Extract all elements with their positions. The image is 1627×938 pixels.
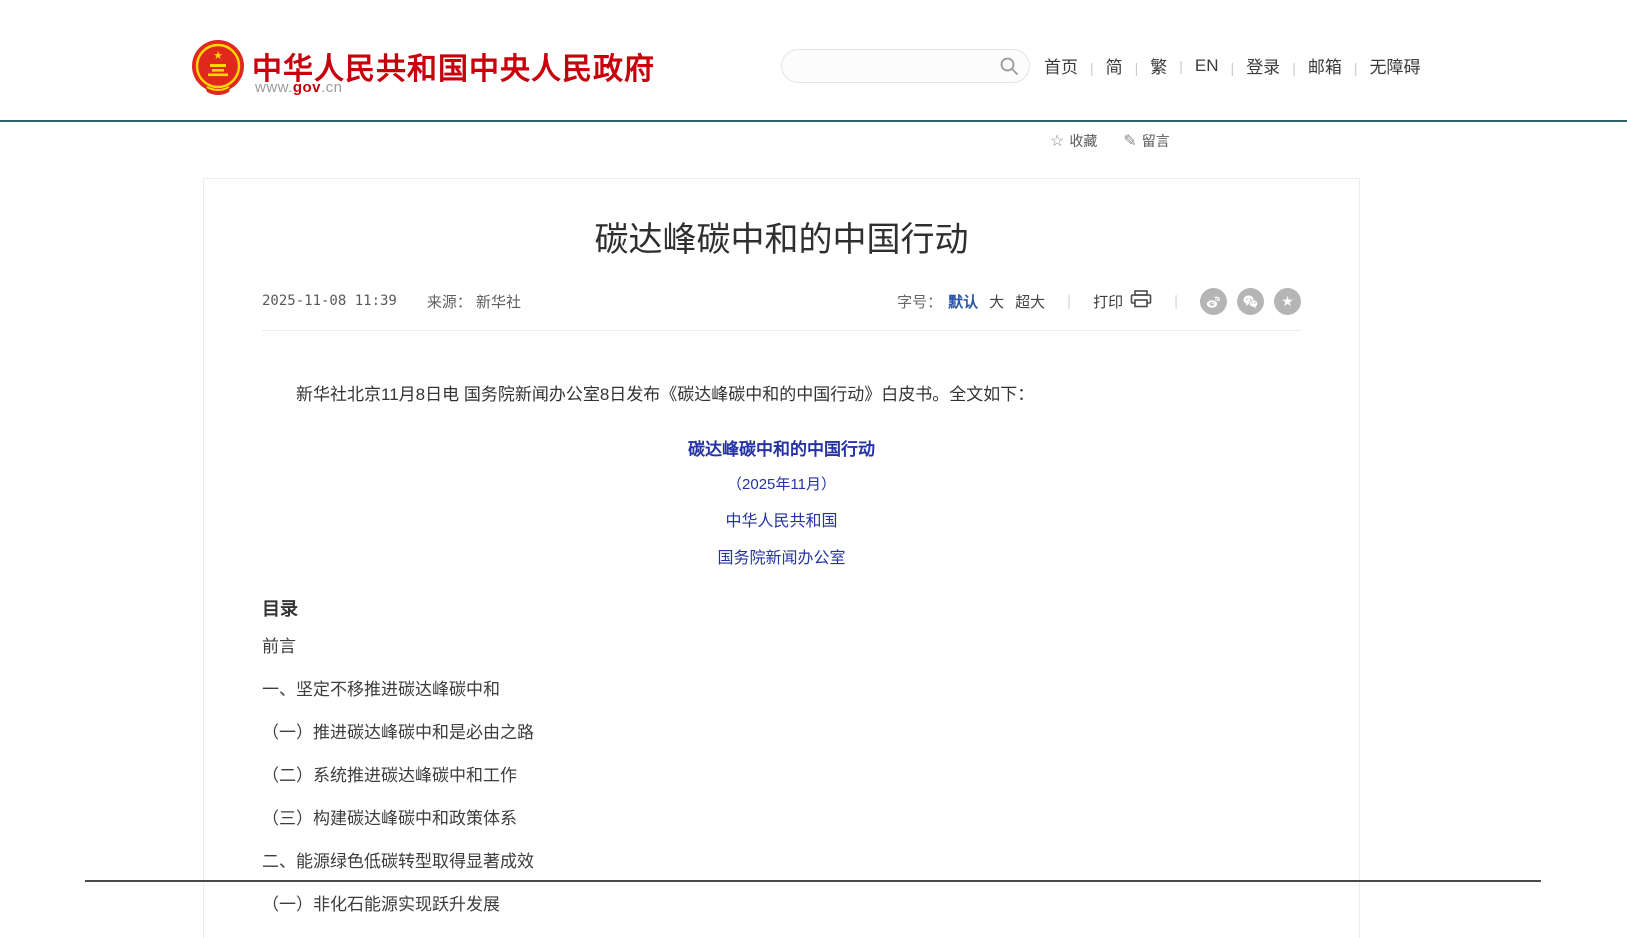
toc-item: （一）非化石能源实现跃升发展 [262, 883, 1301, 926]
page-tools: ☆ 收藏 ✎ 留言 [1050, 131, 1170, 151]
top-nav-item[interactable]: EN [1167, 56, 1218, 76]
meta-left: 2025-11-08 11:39 来源： 新华社 [262, 291, 521, 312]
top-nav-item[interactable]: 简 [1078, 53, 1123, 78]
top-nav-item[interactable]: 邮箱 [1280, 53, 1342, 78]
star-icon: ☆ [1050, 131, 1064, 151]
share-icons: ★ [1200, 288, 1301, 315]
top-nav-item[interactable]: 首页 [1044, 53, 1078, 78]
bottom-divider [85, 880, 1541, 882]
search-icon[interactable] [999, 56, 1019, 76]
weibo-share-icon[interactable] [1200, 288, 1227, 315]
site-url-highlight: gov [293, 79, 321, 96]
source-name[interactable]: 新华社 [476, 294, 521, 311]
fontsize-option[interactable]: 默认 [948, 291, 978, 312]
print-button[interactable]: 打印 [1093, 290, 1152, 312]
printer-icon [1130, 290, 1152, 312]
meta-separator: | [1174, 293, 1178, 310]
pencil-icon: ✎ [1123, 131, 1136, 151]
favorite-button[interactable]: ☆ 收藏 [1050, 131, 1097, 151]
svg-text:★: ★ [213, 50, 223, 62]
message-label: 留言 [1142, 131, 1170, 151]
search-box [781, 49, 1030, 83]
toc-title: 目录 [262, 595, 1301, 621]
search-input[interactable] [796, 50, 996, 82]
message-button[interactable]: ✎ 留言 [1123, 131, 1169, 151]
print-label: 打印 [1093, 291, 1123, 312]
publish-date: 2025-11-08 11:39 [262, 293, 397, 309]
favorite-label: 收藏 [1069, 131, 1097, 151]
lead-paragraph: 新华社北京11月8日电 国务院新闻办公室8日发布《碳达峰碳中和的中国行动》白皮书… [262, 381, 1301, 408]
wechat-share-icon[interactable] [1237, 288, 1264, 315]
article-meta: 2025-11-08 11:39 来源： 新华社 字号： 默认大超大 | 打印 [262, 288, 1301, 331]
article-title: 碳达峰碳中和的中国行动 [204, 219, 1359, 262]
document-title: 碳达峰碳中和的中国行动 [262, 435, 1301, 460]
fontsize-label: 字号： [897, 291, 942, 312]
top-nav-item[interactable]: 无障碍 [1342, 53, 1421, 78]
document-org-line2: 国务院新闻办公室 [262, 544, 1301, 568]
document-date: （2025年11月） [262, 473, 1301, 494]
toc-item: 一、坚定不移推进碳达峰碳中和 [262, 668, 1301, 711]
source: 来源： 新华社 [427, 291, 521, 312]
article-card: 碳达峰碳中和的中国行动 2025-11-08 11:39 来源： 新华社 字号：… [203, 178, 1360, 938]
document-heading: 碳达峰碳中和的中国行动 （2025年11月） 中华人民共和国 国务院新闻办公室 [262, 435, 1301, 568]
document-org-line1: 中华人民共和国 [262, 507, 1301, 531]
site-url-suffix: .cn [321, 79, 343, 96]
meta-right: 字号： 默认大超大 | 打印 | [897, 288, 1301, 315]
toc-item: （二）系统推进碳达峰碳中和工作 [262, 754, 1301, 797]
meta-separator: | [1067, 293, 1071, 310]
toc-item: 前言 [262, 625, 1301, 668]
site-url-prefix: www. [255, 79, 293, 96]
fontsize-option[interactable]: 大 [989, 291, 1004, 312]
site-url: www.gov.cn [255, 79, 343, 96]
toc-item: （三）构建碳达峰碳中和政策体系 [262, 797, 1301, 840]
fontsize-option[interactable]: 超大 [1015, 291, 1045, 312]
fontsize-options: 默认大超大 [948, 291, 1045, 312]
top-nav-item[interactable]: 繁 [1123, 53, 1168, 78]
header-divider [0, 120, 1627, 122]
top-nav-item[interactable]: 登录 [1219, 53, 1281, 78]
article-body: 新华社北京11月8日电 国务院新闻办公室8日发布《碳达峰碳中和的中国行动》白皮书… [204, 381, 1359, 926]
toc-item: （一）推进碳达峰碳中和是必由之路 [262, 711, 1301, 754]
source-label: 来源： [427, 294, 472, 311]
qzone-star-share-icon[interactable]: ★ [1274, 288, 1301, 315]
site-header: ★ 中华人民共和国中央人民政府 www.gov.cn 首页简繁EN登录邮箱无障碍 [0, 0, 1627, 120]
top-nav: 首页简繁EN登录邮箱无障碍 [1044, 53, 1420, 78]
national-emblem-logo: ★ [191, 40, 245, 96]
toc-item: 二、能源绿色低碳转型取得显著成效 [262, 840, 1301, 883]
